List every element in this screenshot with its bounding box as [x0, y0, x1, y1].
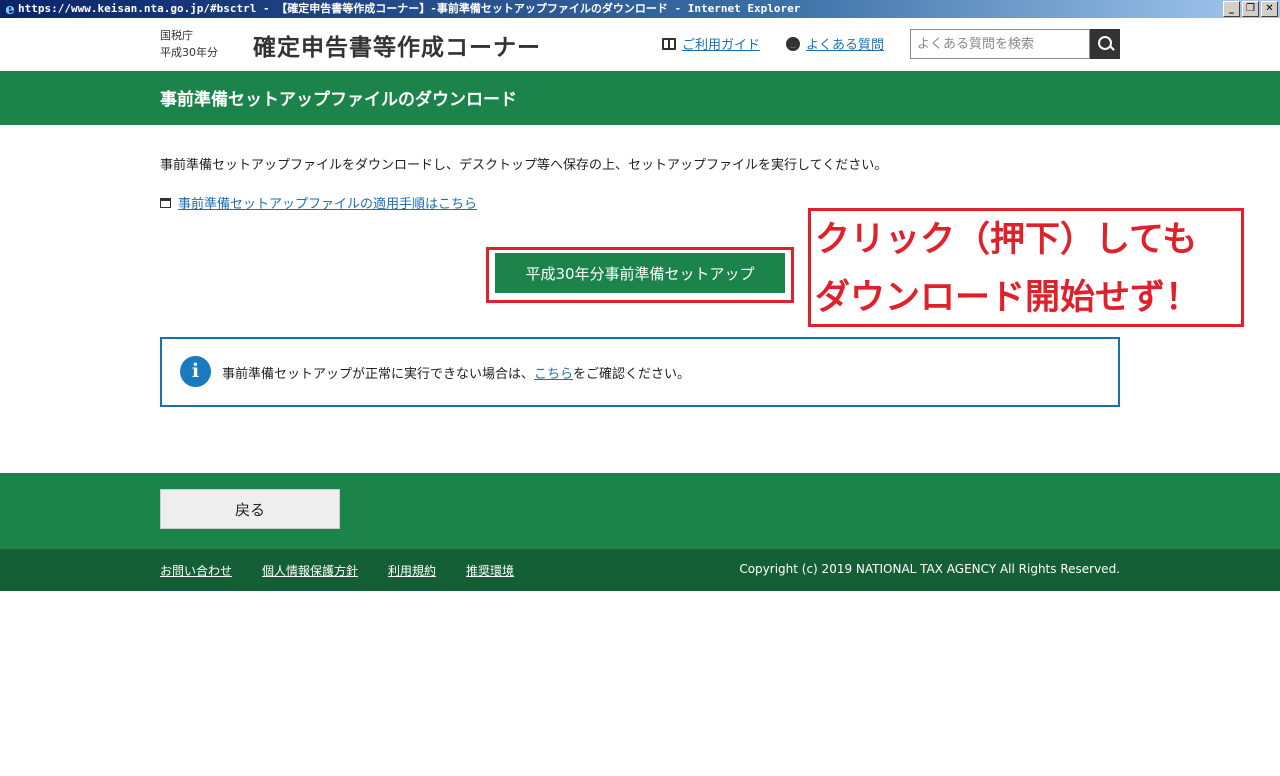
restore-button[interactable]: ❐: [1242, 1, 1259, 17]
internet-explorer-icon: e: [5, 0, 15, 18]
footer: お問い合わせ 個人情報保護方針 利用規約 推奨環境 Copyright (c) …: [0, 549, 1280, 591]
annotation-line-1: クリック（押下）しても: [815, 220, 1198, 260]
footer-link-environment[interactable]: 推奨環境: [466, 562, 514, 579]
question-icon: ?: [786, 36, 800, 51]
book-icon: [662, 37, 676, 50]
tax-year: 平成30年分: [160, 46, 218, 59]
intro-text: 事前準備セットアップファイルをダウンロードし、デスクトップ等へ保存の上、セットア…: [160, 158, 888, 173]
faq-link-label[interactable]: よくある質問: [806, 34, 884, 53]
close-button[interactable]: ✕: [1261, 1, 1278, 17]
annotation-line-2: ダウンロード開始せず！: [815, 278, 1201, 318]
site-title[interactable]: 確定申告書等作成コーナー: [253, 28, 541, 62]
guide-link-label[interactable]: ご利用ガイド: [682, 34, 760, 53]
faq-link[interactable]: ? よくある質問: [786, 34, 884, 53]
minimize-button[interactable]: _: [1223, 1, 1240, 17]
window-title: https://www.keisan.nta.go.jp/#bsctrl - 【…: [18, 2, 801, 15]
procedure-link-label[interactable]: 事前準備セットアップファイルの適用手順はこちら: [178, 193, 477, 212]
search-box: [910, 29, 1093, 59]
window-controls: _ ❐ ✕: [1223, 1, 1278, 17]
info-text-prefix: 事前準備セットアップが正常に実行できない場合は、: [222, 367, 535, 382]
agency-label: 国税庁 平成30年分: [160, 27, 218, 61]
faq-search-input[interactable]: [911, 30, 1093, 58]
footer-link-privacy[interactable]: 個人情報保護方針: [262, 562, 358, 579]
copyright: Copyright (c) 2019 NATIONAL TAX AGENCY A…: [739, 562, 1120, 576]
site-header: 国税庁 平成30年分 確定申告書等作成コーナー ご利用ガイド ? よくある質問: [0, 18, 1280, 71]
page-banner: 事前準備セットアップファイルのダウンロード: [0, 71, 1280, 125]
footer-link-terms[interactable]: 利用規約: [388, 562, 436, 579]
page-title: 事前準備セットアップファイルのダウンロード: [160, 90, 517, 110]
footer-link-contact[interactable]: お問い合わせ: [160, 562, 232, 579]
window-titlebar: e https://www.keisan.nta.go.jp/#bsctrl -…: [0, 0, 1280, 18]
footer-nav-area: 戻る: [0, 473, 1280, 549]
procedure-link[interactable]: 事前準備セットアップファイルの適用手順はこちら: [160, 193, 477, 212]
footer-links: お問い合わせ 個人情報保護方針 利用規約 推奨環境: [160, 562, 514, 579]
info-link[interactable]: こちら: [534, 367, 573, 382]
back-button[interactable]: 戻る: [160, 489, 340, 529]
setup-download-button[interactable]: 平成30年分事前準備セットアップ: [495, 253, 785, 293]
annotation-callout: クリック（押下）しても ダウンロード開始せず！: [808, 208, 1244, 327]
search-button[interactable]: [1090, 29, 1120, 59]
info-icon: i: [180, 356, 211, 387]
agency-name: 国税庁: [160, 29, 193, 42]
info-text: 事前準備セットアップが正常に実行できない場合は、こちらをご確認ください。: [222, 363, 690, 382]
guide-link[interactable]: ご利用ガイド: [662, 34, 760, 53]
info-notice: i 事前準備セットアップが正常に実行できない場合は、こちらをご確認ください。: [160, 337, 1120, 407]
info-text-suffix: をご確認ください。: [573, 367, 691, 382]
popup-window-icon: [160, 197, 171, 208]
